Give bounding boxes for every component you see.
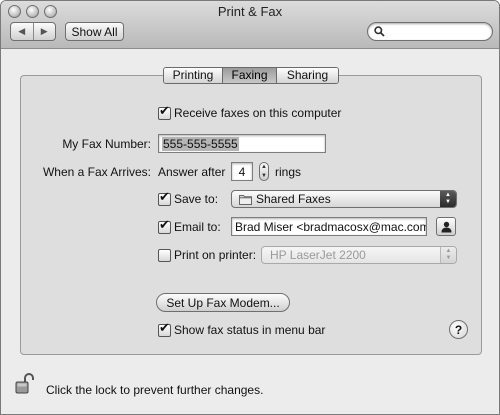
unlocked-padlock-icon[interactable]: [15, 373, 35, 395]
show-fax-status-checkbox[interactable]: [158, 321, 171, 337]
popup-arrows-icon: ▲ ▼: [440, 247, 456, 263]
tab-printing[interactable]: Printing: [164, 68, 222, 83]
title-bar: Print & Fax ◀ ▶ Show All: [1, 1, 499, 49]
popup-arrows-icon: ▲ ▼: [440, 191, 456, 207]
save-to-value: Shared Faxes: [256, 192, 331, 206]
forward-button[interactable]: ▶: [34, 23, 56, 40]
save-to-label: Save to:: [174, 192, 219, 206]
fax-number-label: My Fax Number:: [62, 137, 151, 151]
show-all-button[interactable]: Show All: [65, 22, 124, 41]
lock-message: Click the lock to prevent further change…: [46, 383, 264, 397]
help-button[interactable]: ?: [449, 320, 468, 339]
save-to-checkbox[interactable]: [158, 190, 171, 206]
person-icon: [441, 221, 452, 233]
show-fax-status-label: Show fax status in menu bar: [174, 323, 326, 337]
answer-after-label: Answer after: [158, 165, 226, 179]
stepper-down-icon: ▼: [261, 172, 267, 179]
fax-number-field[interactable]: 555-555-5555: [158, 134, 326, 153]
print-on-printer-label: Print on printer:: [174, 248, 257, 262]
rings-count-field[interactable]: 4: [231, 162, 253, 181]
rings-stepper[interactable]: ▲ ▼: [259, 162, 269, 181]
search-field[interactable]: [367, 22, 493, 41]
folder-icon: [239, 195, 252, 205]
stepper-up-icon: ▲: [261, 164, 267, 171]
email-to-field[interactable]: Brad Miser <bradmacosx@mac.com: [231, 217, 427, 236]
printer-popup[interactable]: HP LaserJet 2200 ▲ ▼: [261, 246, 457, 264]
print-on-printer-checkbox[interactable]: [158, 249, 171, 262]
tab-bar: Printing Faxing Sharing: [163, 67, 339, 84]
print-fax-window: Print & Fax ◀ ▶ Show All Printing Faxing…: [0, 0, 500, 415]
receive-faxes-label: Receive faxes on this computer: [174, 106, 342, 120]
tab-sharing[interactable]: Sharing: [276, 68, 338, 83]
email-to-checkbox[interactable]: [158, 218, 171, 234]
fax-arrives-label: When a Fax Arrives:: [42, 165, 151, 179]
email-to-label: Email to:: [174, 220, 221, 234]
search-icon: [374, 26, 385, 37]
left-arrow-icon: ◀: [18, 26, 26, 36]
address-book-button[interactable]: [436, 217, 456, 236]
window-title: Print & Fax: [217, 4, 283, 19]
receive-faxes-checkbox[interactable]: [158, 104, 171, 120]
back-button[interactable]: ◀: [11, 23, 34, 40]
back-forward-control: ◀ ▶: [10, 22, 56, 41]
set-up-fax-modem-button[interactable]: Set Up Fax Modem...: [156, 293, 290, 312]
rings-label: rings: [275, 165, 302, 179]
tab-faxing[interactable]: Faxing: [222, 68, 276, 83]
fax-number-value: 555-555-5555: [162, 137, 239, 151]
save-to-popup[interactable]: Shared Faxes ▲ ▼: [231, 190, 457, 208]
printer-value: HP LaserJet 2200: [270, 248, 366, 262]
right-arrow-icon: ▶: [40, 26, 48, 36]
